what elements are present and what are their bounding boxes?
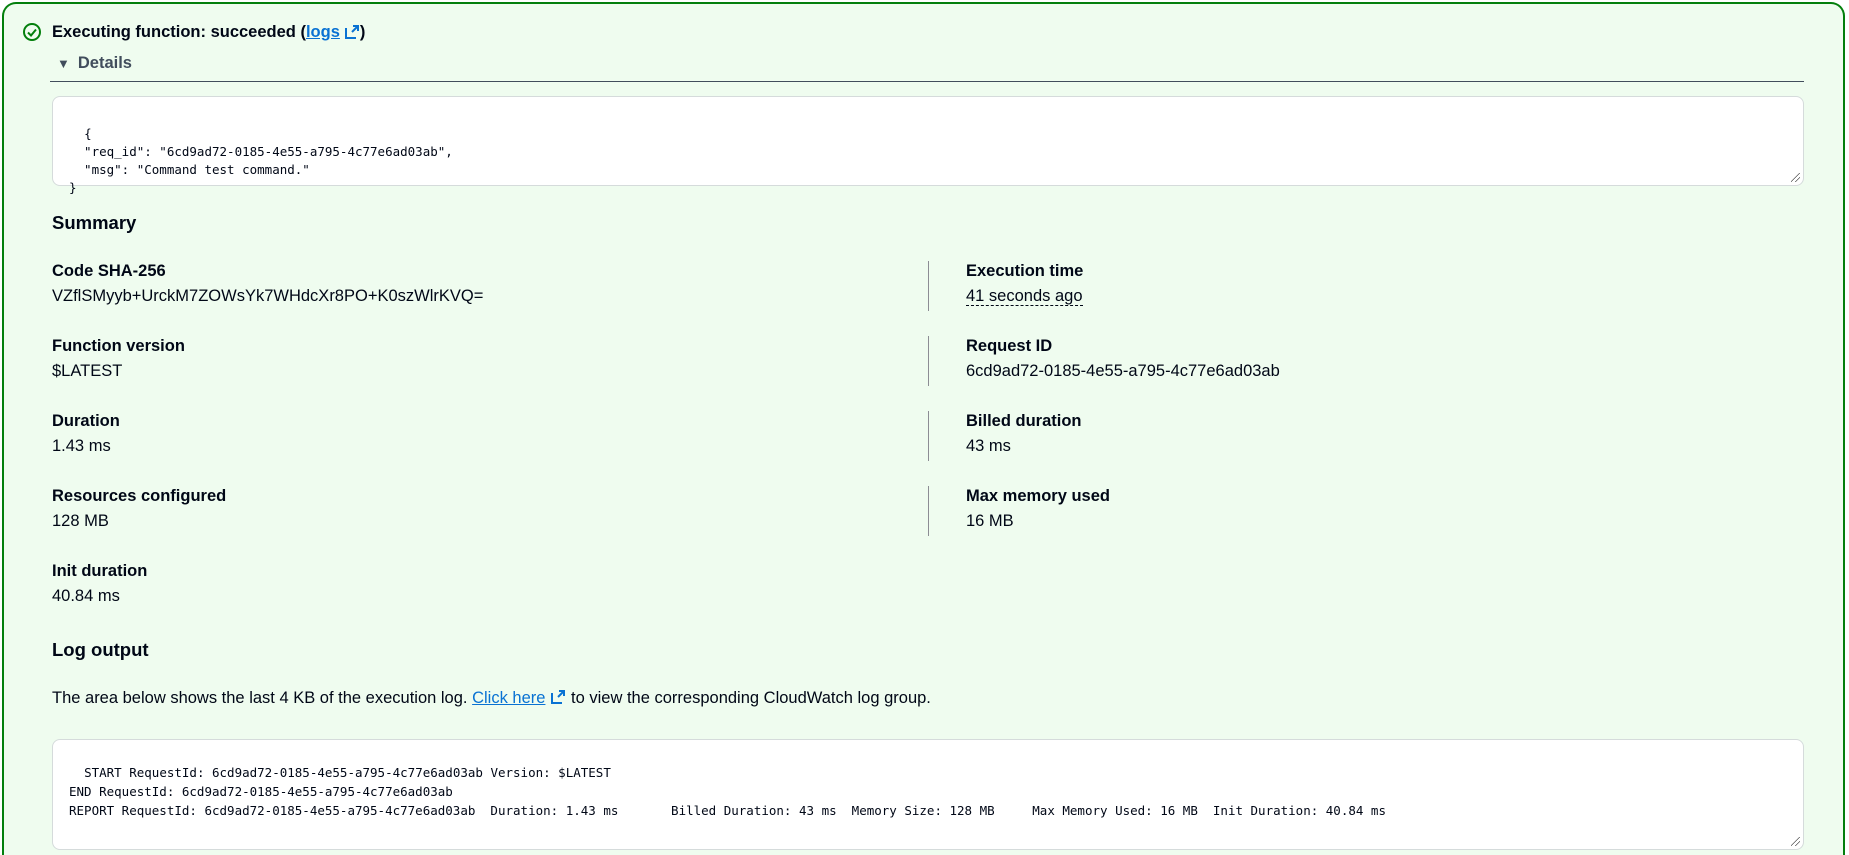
caret-down-icon: ▼	[57, 56, 70, 71]
title-prefix: Executing function: succeeded (	[52, 22, 306, 41]
field-value: 16 MB	[966, 512, 1014, 530]
log-output-textarea[interactable]: START RequestId: 6cd9ad72-0185-4e55-a795…	[52, 739, 1804, 850]
summary-field: Request ID 6cd9ad72-0185-4e55-a795-4c77e6…	[966, 337, 1280, 381]
field-value: 6cd9ad72-0185-4e55-a795-4c77e6ad03ab	[966, 362, 1280, 380]
column-divider	[928, 261, 929, 311]
field-label: Request ID	[966, 337, 1053, 355]
summary-field: Init duration 40.84 ms	[52, 562, 147, 606]
log-output-heading: Log output	[52, 639, 149, 660]
log-description: The area below shows the last 4 KB of th…	[52, 689, 931, 707]
field-value: 1.43 ms	[52, 437, 111, 455]
summary-field: Resources configured 128 MB	[52, 487, 226, 531]
result-title: Executing function: succeeded ( logs )	[22, 22, 365, 42]
field-label: Execution time	[966, 262, 1084, 280]
field-value: 40.84 ms	[52, 587, 120, 605]
field-label: Init duration	[52, 562, 148, 580]
summary-field: Duration 1.43 ms	[52, 412, 120, 456]
summary-field: Code SHA-256 VZflSMyyb+UrckM7ZOWsYk7WHdcX…	[52, 262, 483, 306]
logs-link[interactable]: logs	[306, 23, 340, 42]
column-divider	[928, 486, 929, 536]
summary-field: Execution time 41 seconds ago	[966, 262, 1083, 306]
field-value: VZflSMyyb+UrckM7ZOWsYk7WHdcXr8PO+K0szWlr…	[52, 287, 484, 305]
field-value: $LATEST	[52, 362, 123, 380]
summary-field: Billed duration 43 ms	[966, 412, 1082, 456]
field-label: Function version	[52, 337, 185, 355]
cloudwatch-link[interactable]: Click here	[472, 689, 545, 707]
response-textarea[interactable]: { "req_id": "6cd9ad72-0185-4e55-a795-4c7…	[52, 96, 1804, 195]
field-label: Code SHA-256	[52, 262, 166, 280]
log-text: START RequestId: 6cd9ad72-0185-4e55-a795…	[69, 765, 1386, 818]
external-link-icon[interactable]	[344, 24, 360, 40]
response-text: { "req_id": "6cd9ad72-0185-4e55-a795-4c7…	[69, 126, 453, 195]
details-label: Details	[77, 54, 132, 72]
details-divider	[50, 81, 1804, 82]
field-value: 41 seconds ago	[966, 287, 1083, 306]
column-divider	[928, 411, 929, 461]
column-divider	[928, 336, 929, 386]
field-label: Max memory used	[966, 487, 1110, 505]
title-suffix: )	[359, 22, 366, 41]
field-value: 128 MB	[52, 512, 109, 530]
field-label: Billed duration	[966, 412, 1082, 430]
summary-field: Function version $LATEST	[52, 337, 185, 381]
field-label: Resources configured	[52, 487, 227, 505]
external-link-icon[interactable]	[550, 689, 566, 705]
resize-handle[interactable]	[1791, 173, 1800, 182]
field-value: 43 ms	[966, 437, 1011, 455]
field-label: Duration	[52, 412, 120, 430]
success-check-icon	[23, 23, 41, 41]
details-toggle[interactable]: ▼ Details	[57, 54, 132, 73]
resize-handle[interactable]	[1791, 837, 1800, 846]
summary-heading: Summary	[52, 212, 137, 233]
summary-field: Max memory used 16 MB	[966, 487, 1110, 531]
